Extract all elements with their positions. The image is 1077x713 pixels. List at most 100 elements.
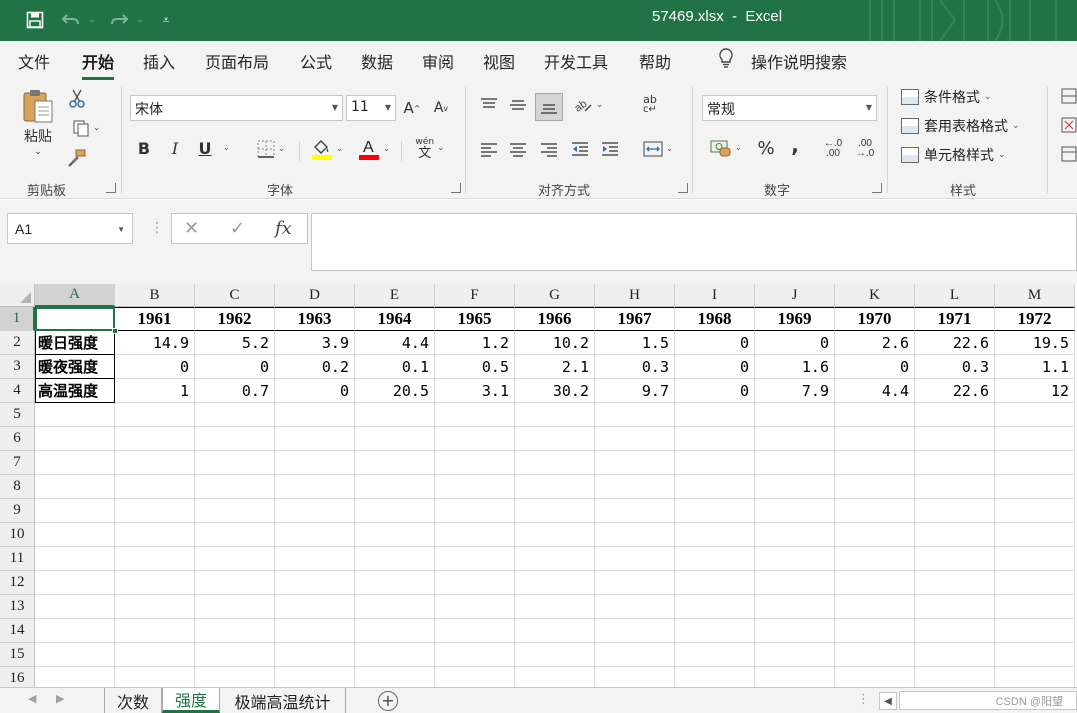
undo-dropdown-icon[interactable]: ⌄	[86, 8, 98, 32]
cell-d11[interactable]	[275, 547, 355, 571]
conditional-formatting-button[interactable]: 条件格式 ⌄	[901, 86, 992, 108]
sheet-tab-intensity[interactable]: 强度	[162, 688, 220, 713]
align-right-icon[interactable]	[538, 138, 560, 160]
cell-c12[interactable]	[195, 571, 275, 595]
cell-i16[interactable]	[675, 667, 755, 687]
underline-dropdown-icon[interactable]: ⌄	[218, 139, 232, 157]
cell-c14[interactable]	[195, 619, 275, 643]
fill-color-button[interactable]: ⌄	[307, 136, 347, 162]
cell-k16[interactable]	[835, 667, 915, 687]
column-header-d[interactable]: D	[275, 284, 355, 307]
column-header-e[interactable]: E	[355, 284, 435, 307]
enter-icon[interactable]: ✓	[230, 218, 245, 239]
cell-k4[interactable]: 4.4	[835, 379, 915, 403]
cell-d8[interactable]	[275, 475, 355, 499]
cell-d10[interactable]	[275, 523, 355, 547]
cell-g9[interactable]	[515, 499, 595, 523]
cell-a3[interactable]: 暖夜强度	[35, 355, 115, 379]
cell-f10[interactable]	[435, 523, 515, 547]
cell-l6[interactable]	[915, 427, 995, 451]
font-launcher-icon[interactable]	[451, 183, 461, 193]
column-header-m[interactable]: M	[995, 284, 1075, 307]
cut-icon[interactable]	[66, 88, 88, 110]
cell-j2[interactable]: 0	[755, 331, 835, 355]
cell-i5[interactable]	[675, 403, 755, 427]
cell-a6[interactable]	[35, 427, 115, 451]
cell-h12[interactable]	[595, 571, 675, 595]
cell-m8[interactable]	[995, 475, 1075, 499]
font-size-select[interactable]: 11 ▼	[346, 95, 396, 121]
cell-j12[interactable]	[755, 571, 835, 595]
cell-j15[interactable]	[755, 643, 835, 667]
cell-g13[interactable]	[515, 595, 595, 619]
cell-c9[interactable]	[195, 499, 275, 523]
cell-a9[interactable]	[35, 499, 115, 523]
cell-i3[interactable]: 0	[675, 355, 755, 379]
cell-l9[interactable]	[915, 499, 995, 523]
tab-insert[interactable]: 插入	[143, 49, 175, 73]
cell-b2[interactable]: 14.9	[115, 331, 195, 355]
cell-d3[interactable]: 0.2	[275, 355, 355, 379]
row-header-5[interactable]: 5	[0, 403, 35, 427]
cell-g7[interactable]	[515, 451, 595, 475]
cell-f9[interactable]	[435, 499, 515, 523]
cell-c4[interactable]: 0.7	[195, 379, 275, 403]
borders-button[interactable]: ⌄	[250, 138, 292, 160]
cell-k10[interactable]	[835, 523, 915, 547]
column-header-j[interactable]: J	[755, 284, 835, 307]
cell-a11[interactable]	[35, 547, 115, 571]
sheet-tab-extreme-heat[interactable]: 极端高温统计	[220, 688, 346, 713]
cell-e13[interactable]	[355, 595, 435, 619]
cell-e11[interactable]	[355, 547, 435, 571]
italic-button[interactable]: I	[165, 136, 185, 160]
row-header-14[interactable]: 14	[0, 619, 35, 643]
tab-formulas[interactable]: 公式	[300, 49, 332, 73]
format-as-table-button[interactable]: 套用表格格式 ⌄	[901, 115, 1020, 137]
cell-b13[interactable]	[115, 595, 195, 619]
cell-styles-button[interactable]: 单元格样式 ⌄	[901, 144, 1006, 166]
cell-g8[interactable]	[515, 475, 595, 499]
cell-a12[interactable]	[35, 571, 115, 595]
column-header-g[interactable]: G	[515, 284, 595, 307]
cell-l4[interactable]: 22.6	[915, 379, 995, 403]
cell-m5[interactable]	[995, 403, 1075, 427]
cell-f6[interactable]	[435, 427, 515, 451]
cell-l8[interactable]	[915, 475, 995, 499]
cell-b7[interactable]	[115, 451, 195, 475]
paste-icon[interactable]	[18, 87, 58, 125]
font-color-button[interactable]: A ⌄	[354, 136, 394, 162]
cell-g4[interactable]: 30.2	[515, 379, 595, 403]
cell-f7[interactable]	[435, 451, 515, 475]
cell-m9[interactable]	[995, 499, 1075, 523]
cell-d14[interactable]	[275, 619, 355, 643]
cell-h9[interactable]	[595, 499, 675, 523]
add-sheet-button[interactable]: +	[378, 691, 398, 711]
cell-c1[interactable]: 1962	[195, 307, 275, 331]
cell-m1[interactable]: 1972	[995, 307, 1075, 331]
cell-j11[interactable]	[755, 547, 835, 571]
cell-m3[interactable]: 1.1	[995, 355, 1075, 379]
cell-h3[interactable]: 0.3	[595, 355, 675, 379]
cell-a8[interactable]	[35, 475, 115, 499]
cell-b11[interactable]	[115, 547, 195, 571]
row-header-8[interactable]: 8	[0, 475, 35, 499]
accounting-format-button[interactable]: ⌄	[704, 136, 748, 160]
cell-f16[interactable]	[435, 667, 515, 687]
cell-l2[interactable]: 22.6	[915, 331, 995, 355]
row-header-7[interactable]: 7	[0, 451, 35, 475]
cell-m2[interactable]: 19.5	[995, 331, 1075, 355]
cell-f3[interactable]: 0.5	[435, 355, 515, 379]
copy-icon[interactable]: ⌄	[66, 117, 106, 139]
cell-b15[interactable]	[115, 643, 195, 667]
cell-i10[interactable]	[675, 523, 755, 547]
cell-h8[interactable]	[595, 475, 675, 499]
cell-l13[interactable]	[915, 595, 995, 619]
merge-center-button[interactable]: ⌄	[637, 138, 679, 160]
tab-data[interactable]: 数据	[361, 49, 393, 73]
column-header-c[interactable]: C	[195, 284, 275, 307]
cell-i2[interactable]: 0	[675, 331, 755, 355]
cell-a2[interactable]: 暖日强度	[35, 331, 115, 355]
insert-function-icon[interactable]: fx	[275, 218, 292, 239]
save-icon[interactable]	[22, 8, 48, 32]
cell-h14[interactable]	[595, 619, 675, 643]
